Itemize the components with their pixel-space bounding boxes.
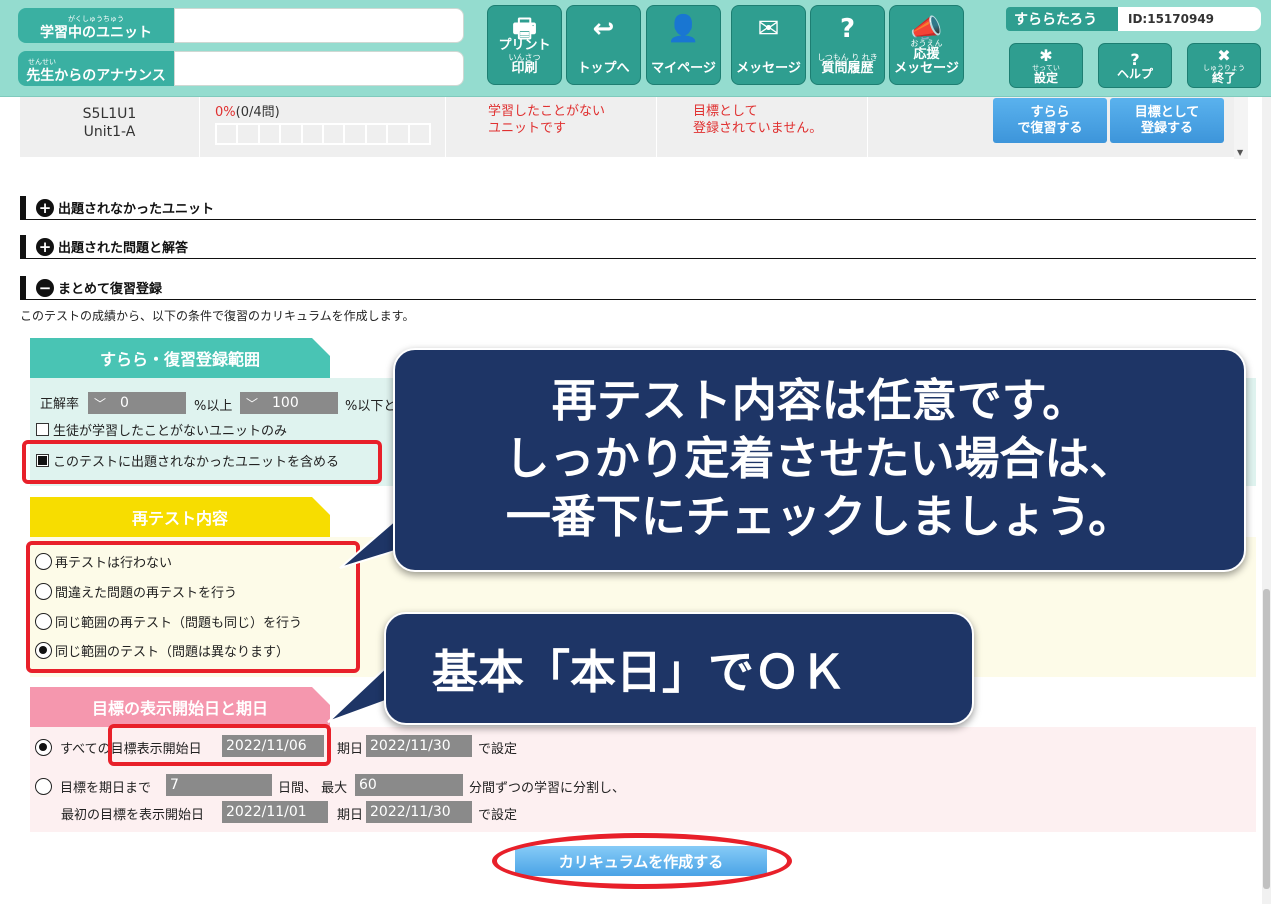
question-chat-icon: ? — [839, 14, 856, 44]
section-bulk-review[interactable]: − まとめて復習登録 — [20, 276, 1256, 300]
checkbox[interactable] — [36, 423, 49, 436]
callout-main: 再テスト内容は任意です。 しっかり定着させたい場合は、 一番下にチェックしましょ… — [393, 348, 1246, 572]
app-header: がくしゅうちゅう 学習中のユニット せんせい 先生からのアナウンス 🖶 プリント… — [0, 0, 1271, 97]
due-label-2: 期日 — [337, 808, 364, 823]
chevron-down-icon: ﹀ — [94, 396, 107, 411]
studying-unit-label: がくしゅうちゅう 学習中のユニット — [18, 8, 174, 43]
printer-icon: 🖶 — [512, 14, 537, 44]
highlight-box — [22, 440, 382, 484]
minutes-field[interactable]: 60 — [355, 774, 463, 796]
min-suffix: %以上 — [194, 399, 233, 414]
days-suffix: 日間、 最大 — [278, 781, 348, 796]
chevron-down-icon: ﹀ — [246, 396, 259, 411]
due-date-field[interactable]: 2022/11/30 — [366, 735, 472, 757]
settings-button[interactable]: ✱ せってい 設定 — [1009, 43, 1083, 88]
teacher-announce-field — [174, 51, 464, 86]
expand-icon: + — [36, 237, 54, 256]
set-suffix-2: で設定 — [478, 808, 518, 823]
close-icon: ✖ — [1217, 45, 1231, 65]
section-questions-answers[interactable]: + 出題された問題と解答 — [20, 235, 1256, 259]
gear-icon: ✱ — [1039, 45, 1053, 65]
megaphone-icon: 📣 — [910, 14, 943, 44]
section-unasked-units[interactable]: + 出題されなかったユニット — [20, 196, 1256, 220]
max-suffix: %以下と — [345, 399, 397, 414]
goal-status-cell: 目標として 登録されていません。 — [657, 97, 868, 157]
second-due-date-field[interactable]: 2022/11/30 — [366, 801, 472, 823]
accuracy-min-select[interactable]: ﹀ 0 — [88, 392, 186, 414]
inner-scrollbar[interactable]: ▼ — [1234, 97, 1248, 159]
accuracy-label: 正解率 — [40, 397, 80, 412]
scrollbar-thumb[interactable] — [1263, 589, 1270, 889]
register-goal-button[interactable]: 目標として 登録する — [1110, 98, 1224, 143]
progress-boxes — [215, 123, 431, 145]
expand-icon: + — [36, 198, 54, 217]
first-goal-label: 最初の目標を表示開始日 — [61, 808, 205, 823]
back-arrow-icon: ↩ — [592, 14, 615, 44]
studying-unit-field — [174, 8, 464, 43]
exit-button[interactable]: ✖ しゅうりょう 終了 — [1187, 43, 1261, 88]
retest-panel-title: 再テスト内容 — [30, 497, 330, 537]
due-label: 期日 — [337, 742, 364, 757]
person-icon: 👤 — [667, 14, 700, 44]
help-icon: ? — [1130, 49, 1140, 69]
cheer-message-button[interactable]: 📣 おうえん 応援 メッセージ — [889, 5, 964, 85]
progress-cell: 0%(0/4問) — [200, 97, 446, 157]
top-button[interactable]: ↩ トップへ — [566, 5, 641, 85]
collapse-icon: − — [36, 278, 54, 297]
intro-text: このテストの成績から、以下の条件で復習のカリキュラムを作成します。 — [20, 309, 415, 323]
accuracy-max-select[interactable]: ﹀ 100 — [240, 392, 338, 414]
print-button[interactable]: 🖶 プリント いんさつ 印刷 — [487, 5, 562, 85]
first-start-date-field[interactable]: 2022/11/01 — [222, 801, 328, 823]
user-name: すららたろう — [1006, 7, 1118, 31]
set-suffix: で設定 — [478, 742, 518, 757]
unlearned-only-option[interactable]: 生徒が学習したことがないユニットのみ — [36, 420, 287, 439]
callout-date: 基本「本日」でＯＫ — [384, 612, 974, 725]
message-button[interactable]: ✉ メッセージ — [731, 5, 806, 85]
user-id: ID:15170949 — [1118, 7, 1261, 31]
goal-option-split[interactable]: 目標を期日まで — [35, 777, 151, 796]
envelope-icon: ✉ — [757, 14, 780, 44]
days-field[interactable]: 7 — [166, 774, 272, 796]
range-panel-title: すらら・復習登録範囲 — [30, 338, 330, 378]
review-in-surala-button[interactable]: すらら で復習する — [993, 98, 1107, 143]
radio-button[interactable] — [35, 778, 52, 795]
question-history-button[interactable]: ? しつもん り れき 質問履歴 — [810, 5, 885, 85]
goal-panel-title: 目標の表示開始日と期日 — [30, 687, 330, 727]
status-cell: 学習したことがない ユニットです — [446, 97, 657, 157]
help-button[interactable]: ? ヘルプ — [1098, 43, 1172, 88]
page-scrollbar[interactable] — [1262, 97, 1271, 904]
unit-code-cell: S5L1U1 Unit1-A — [20, 97, 200, 157]
mypage-button[interactable]: 👤 マイページ — [646, 5, 721, 85]
highlight-ellipse — [492, 833, 792, 889]
radio-button-selected[interactable] — [35, 739, 52, 756]
highlight-box — [108, 724, 331, 766]
teacher-announce-label: せんせい 先生からのアナウンス — [18, 51, 174, 86]
minutes-suffix: 分間ずつの学習に分割し、 — [469, 781, 626, 796]
